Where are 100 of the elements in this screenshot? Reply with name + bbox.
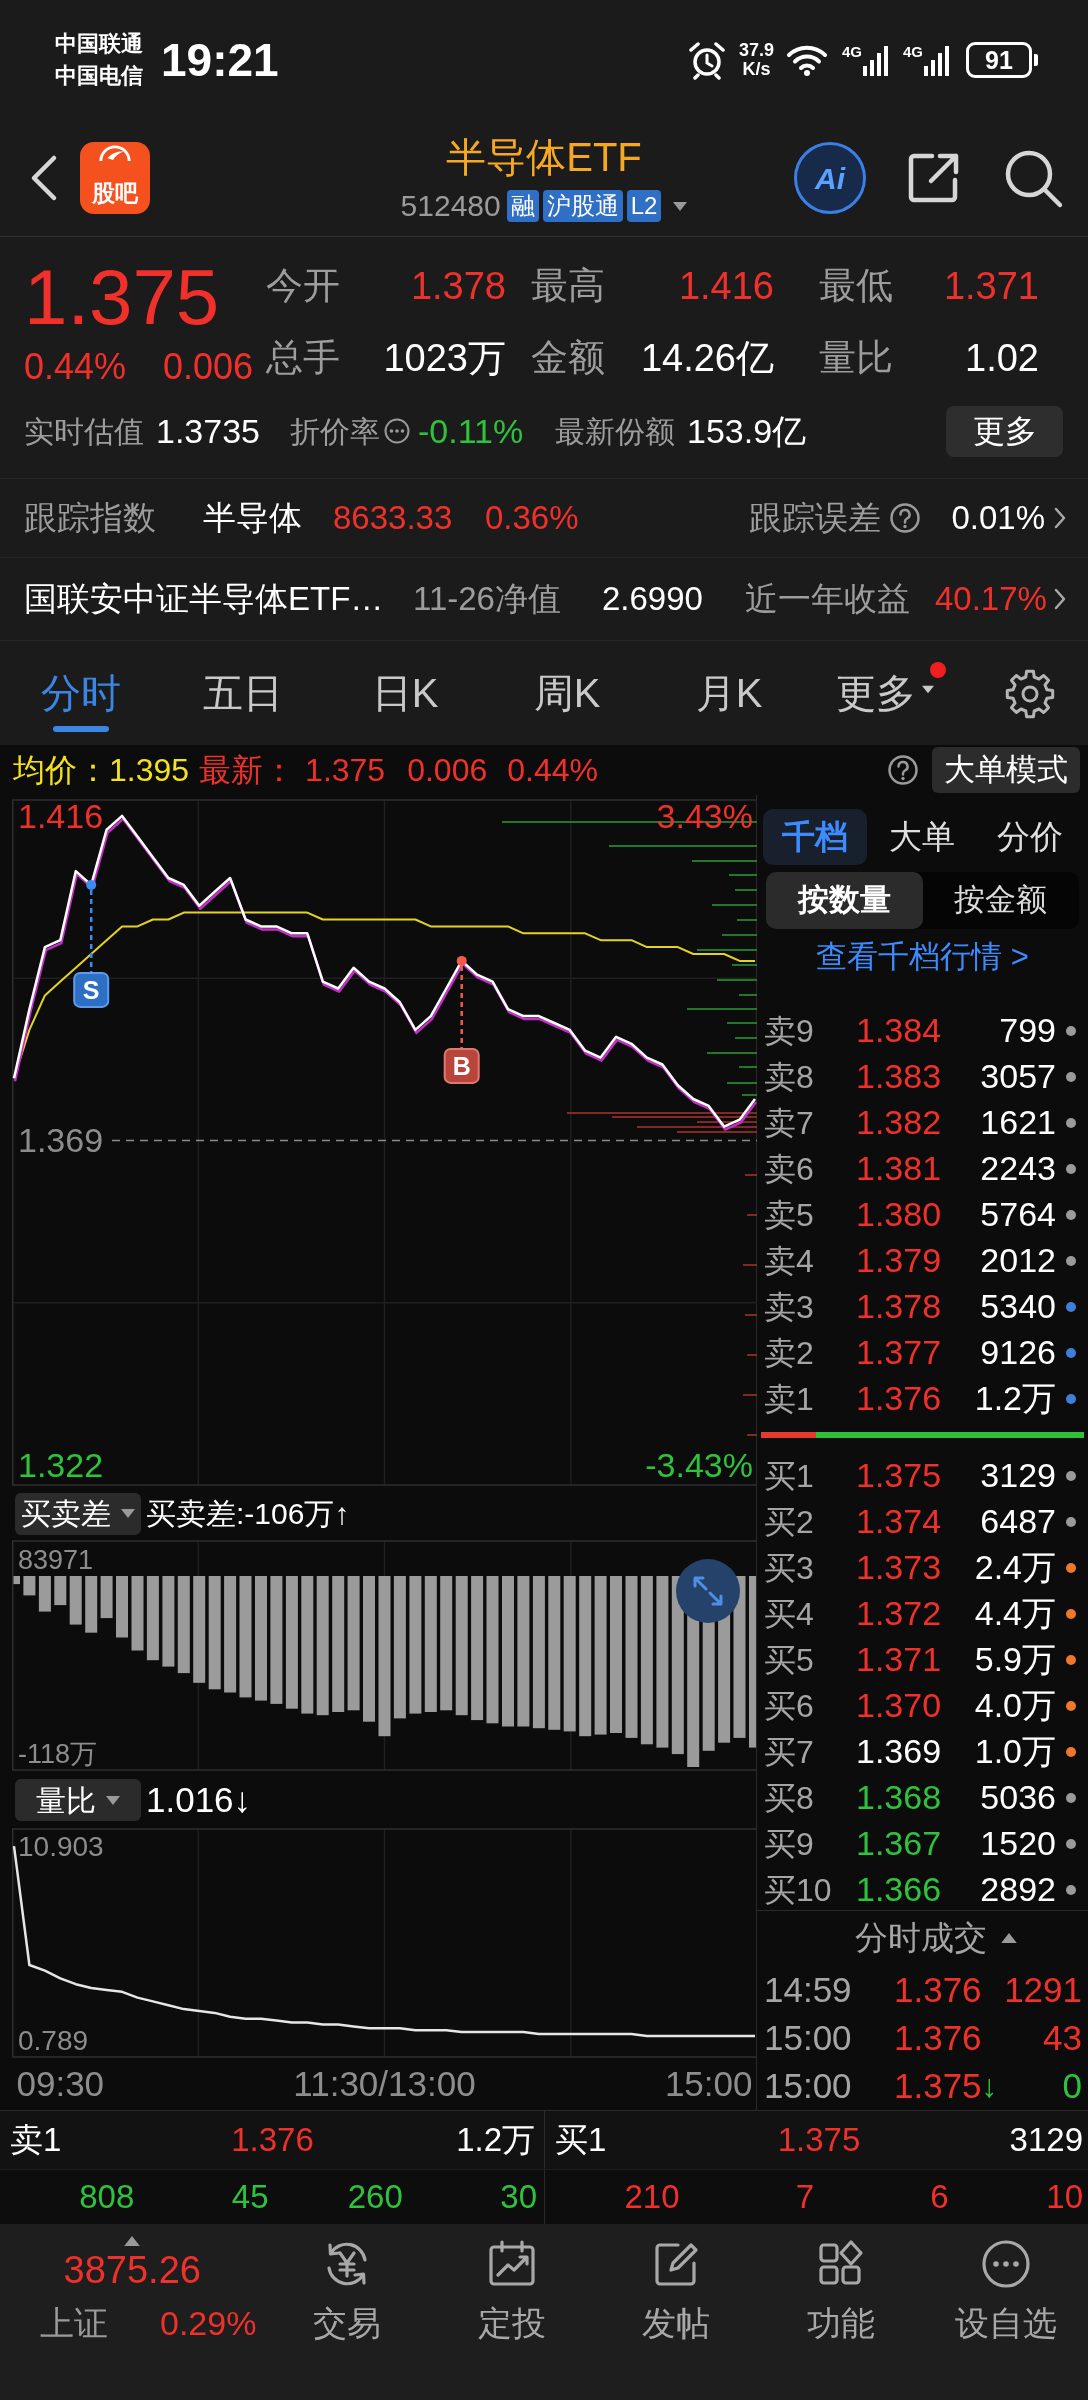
- nav-value: 2.6990: [602, 579, 704, 620]
- order-level: 买6: [764, 1686, 815, 1726]
- carrier-name: 中国电信: [55, 62, 143, 90]
- difference-bar: [116, 1576, 128, 1638]
- tracking-label: 跟踪指数: [24, 498, 157, 539]
- order-level: 卖1: [764, 1379, 815, 1419]
- difference-bar: [23, 1576, 36, 1596]
- market-tag: L2: [626, 190, 662, 222]
- premium-value: -0.11%: [418, 410, 524, 452]
- order-price: 1.367: [856, 1823, 943, 1864]
- order-price: 1.369: [856, 1731, 943, 1772]
- quote-level: 卖1: [10, 2120, 63, 2161]
- period-tab[interactable]: 周K: [533, 662, 601, 732]
- order-level: 买7: [764, 1732, 815, 1772]
- trade-time: 14:59: [764, 1969, 853, 2011]
- order-level: 买10: [764, 1870, 833, 1910]
- annotation: B: [452, 1051, 471, 1080]
- panel-tab[interactable]: 分价: [995, 809, 1066, 865]
- order-volume: 1621: [979, 1102, 1056, 1143]
- more-icon[interactable]: [384, 418, 410, 444]
- nav-tab[interactable]: 交易: [312, 2236, 381, 2345]
- period-tab[interactable]: 五日: [203, 662, 283, 732]
- chevron-right-icon[interactable]: [1054, 588, 1066, 610]
- axis-label: 11:30/13:00: [293, 2063, 476, 2105]
- expand-icon[interactable]: [676, 1559, 740, 1623]
- axis-label: 0.789: [18, 2025, 89, 2056]
- stat-label: 今开: [266, 264, 340, 309]
- queue-order: 808: [78, 2177, 135, 2218]
- premium-label: 折价率: [290, 413, 380, 450]
- average-price: 1.395: [109, 751, 190, 790]
- order-price: 1.383: [856, 1056, 943, 1097]
- order-price: 1.375: [856, 1455, 943, 1496]
- order-volume: 5764: [979, 1194, 1056, 1235]
- latest-label: 最新：: [199, 751, 296, 790]
- more-button[interactable]: 更多: [946, 405, 1063, 457]
- nav-label: 11-26净值: [413, 579, 562, 620]
- panel-tab[interactable]: 千档: [762, 809, 867, 865]
- order-volume: 3129: [979, 1455, 1056, 1496]
- caret-up-icon[interactable]: [1000, 1932, 1017, 1943]
- order-price: 1.379: [856, 1240, 943, 1281]
- return-value: 40.17%: [935, 579, 1047, 620]
- percent-label: 3.43%: [656, 796, 753, 835]
- latest-change: 0.006: [407, 751, 488, 790]
- period-tab[interactable]: 分时: [41, 662, 121, 732]
- stat-value: 1.371: [943, 263, 1039, 309]
- order-price: 1.377: [856, 1332, 943, 1373]
- trade-time: 15:00: [764, 2017, 853, 2059]
- caret-down-icon: [121, 1509, 135, 1518]
- nav-tab[interactable]: 功能: [806, 2236, 875, 2345]
- wifi-icon: [785, 43, 828, 77]
- settings-icon[interactable]: [1004, 668, 1056, 720]
- period-tab[interactable]: 日K: [371, 662, 439, 732]
- order-level: 买5: [764, 1640, 815, 1680]
- help-icon[interactable]: [889, 502, 922, 534]
- order-price: 1.366: [856, 1869, 943, 1910]
- period-tab[interactable]: 更多: [836, 662, 946, 732]
- signal-icon: [863, 44, 889, 76]
- stat-value: 1.416: [678, 263, 774, 309]
- nav-tab[interactable]: 发帖: [642, 2236, 711, 2345]
- difference-bar: [69, 1576, 82, 1625]
- axis-label: 15:00: [664, 2063, 753, 2105]
- direction-arrow: ↓: [981, 2067, 998, 2107]
- order-price: 1.382: [856, 1102, 943, 1143]
- order-price: 1.371: [856, 1639, 943, 1680]
- battery-indicator: 91: [966, 42, 1038, 78]
- indicator-selector[interactable]: 量比: [15, 1779, 141, 1821]
- order-level: 买8: [764, 1778, 815, 1818]
- indicator-reading: 买卖差:-106万↑: [146, 1496, 350, 1532]
- gauge-icon: [98, 145, 132, 162]
- order-price: 1.384: [856, 1010, 943, 1051]
- panel-tab[interactable]: 大单: [887, 809, 958, 865]
- quote-level: 买1: [555, 2120, 608, 2161]
- mode-button[interactable]: 大单模式: [932, 747, 1080, 793]
- nav-tab[interactable]: 定投: [477, 2236, 546, 2345]
- order-price: 1.370: [856, 1685, 943, 1726]
- order-level: 买3: [764, 1548, 815, 1588]
- order-volume: 5340: [979, 1286, 1056, 1327]
- depth-link[interactable]: 查看千档行情 >: [816, 933, 1029, 981]
- caret-down-icon[interactable]: [673, 201, 688, 211]
- order-level: 卖8: [764, 1057, 815, 1097]
- queue-order: 30: [499, 2177, 537, 2218]
- order-volume: 1.0万: [973, 1731, 1056, 1772]
- index-value: 3875.26: [63, 2248, 201, 2292]
- axis-label: 10.903: [18, 1831, 104, 1862]
- sort-toggle[interactable]: 按金额: [922, 872, 1079, 929]
- indicator-selector[interactable]: 买卖差: [15, 1492, 141, 1535]
- period-tab[interactable]: 月K: [695, 662, 763, 732]
- chevron-right-icon[interactable]: [1054, 507, 1066, 529]
- order-level: 卖3: [764, 1287, 815, 1327]
- ai-button[interactable]: Ai: [794, 142, 866, 214]
- order-price: 1.373: [856, 1547, 943, 1588]
- axis-label: 1.416: [18, 796, 104, 835]
- caret-down-icon: [106, 1795, 120, 1805]
- nav-tab[interactable]: 设自选: [954, 2236, 1057, 2345]
- order-volume: 5036: [979, 1777, 1056, 1818]
- last-price: 1.375: [24, 253, 221, 341]
- order-level: 卖2: [764, 1333, 815, 1373]
- queue-order: 210: [623, 2177, 680, 2218]
- sort-toggle[interactable]: 按数量: [766, 872, 923, 929]
- help-icon[interactable]: [887, 754, 919, 786]
